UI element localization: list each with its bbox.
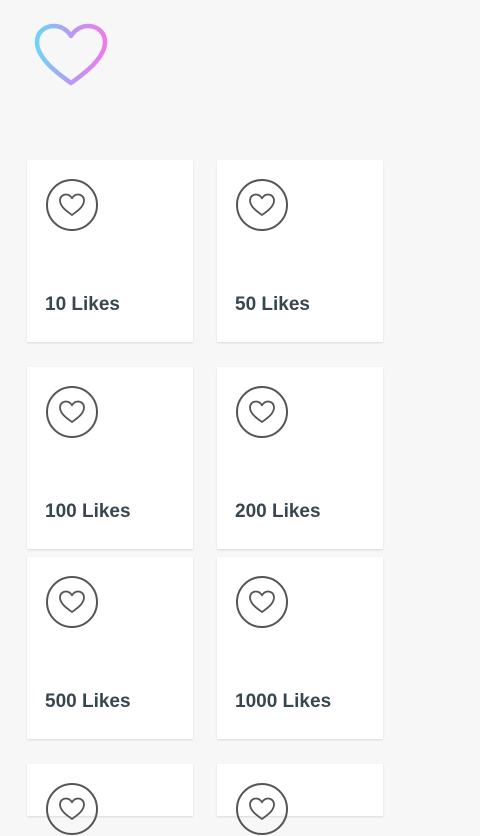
heart-icon [46,783,98,835]
heart-icon [236,576,288,628]
package-card-200[interactable]: 200 Likes [217,367,383,549]
heart-icon [46,386,98,438]
package-label: 100 Likes [45,501,131,522]
package-label: 10 Likes [45,294,120,315]
package-card[interactable] [27,764,193,835]
heart-icon [236,179,288,231]
package-card-1000[interactable]: 1000 Likes [217,557,383,739]
heart-icon [236,783,288,835]
heart-icon [236,386,288,438]
package-label: 1000 Likes [235,691,332,712]
package-card-500[interactable]: 500 Likes [27,557,193,739]
package-card-100[interactable]: 100 Likes [27,367,193,549]
package-label: 500 Likes [45,691,131,712]
heart-icon [46,576,98,628]
package-card[interactable] [217,764,383,835]
package-card-10[interactable]: 10 Likes [27,160,193,342]
heart-icon [46,179,98,231]
app-logo-heart-icon [34,23,108,86]
package-card-50[interactable]: 50 Likes [217,160,383,342]
package-label: 200 Likes [235,501,321,522]
package-label: 50 Likes [235,294,310,315]
